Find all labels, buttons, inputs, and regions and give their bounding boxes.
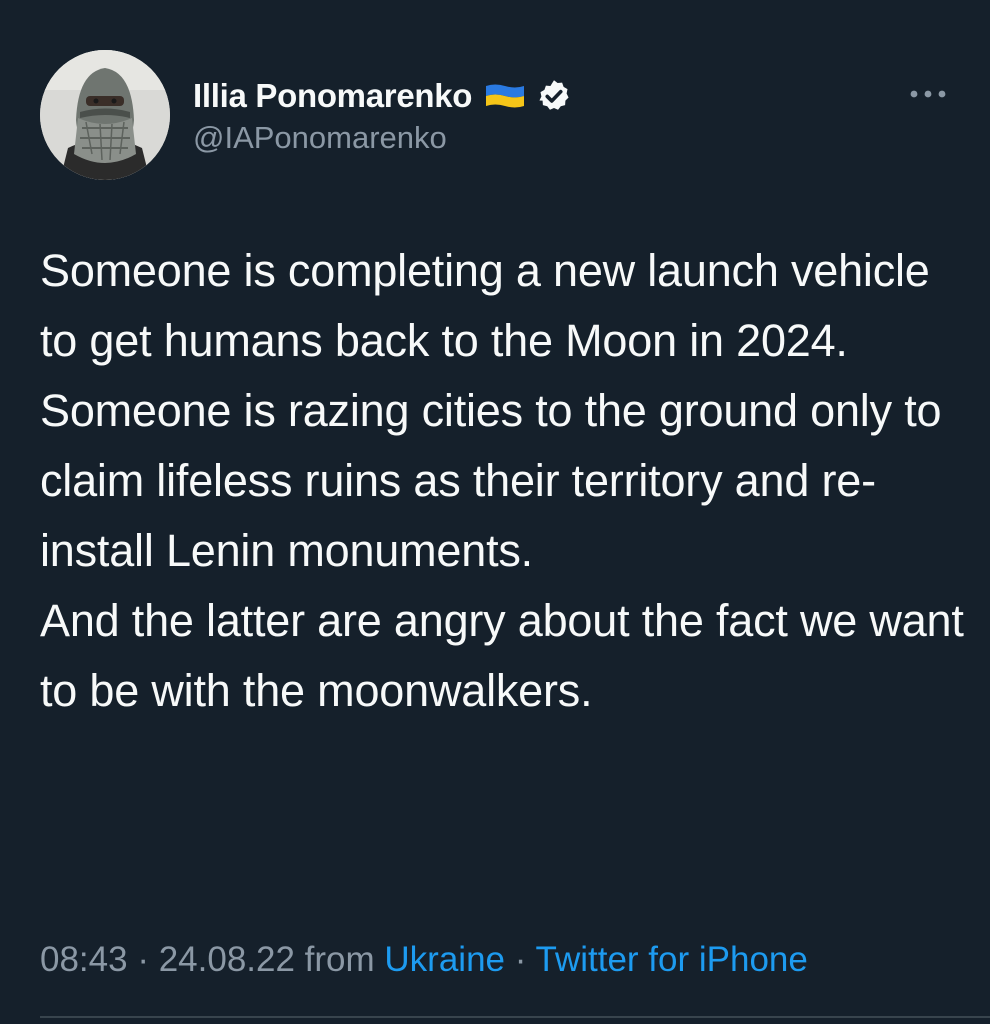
- avatar-image: [40, 50, 170, 180]
- tweet-date[interactable]: 24.08.22: [159, 940, 295, 979]
- source-link[interactable]: Twitter for iPhone: [536, 940, 808, 979]
- tweet-metadata: 08:43 · 24.08.22 from Ukraine · Twitter …: [40, 940, 808, 980]
- author-handle[interactable]: @IAPonomarenko: [193, 120, 447, 156]
- verified-badge-icon: [536, 78, 572, 114]
- tweet-text: Someone is completing a new launch vehic…: [40, 245, 964, 716]
- author-display-name[interactable]: Illia Ponomarenko: [193, 77, 472, 115]
- divider: [40, 1016, 990, 1018]
- meta-separator: ·: [505, 940, 536, 979]
- author-name-row: Illia Ponomarenko: [193, 74, 572, 118]
- tweet-card: Illia Ponomarenko @IAPonomarenko Someone…: [0, 0, 990, 1024]
- meta-separator: ·: [127, 940, 159, 979]
- location-link[interactable]: Ukraine: [384, 940, 505, 979]
- avatar[interactable]: [40, 50, 170, 180]
- from-label: from: [294, 940, 385, 979]
- ukraine-flag-icon: [484, 82, 526, 110]
- tweet-time[interactable]: 08:43: [40, 940, 128, 979]
- more-options-icon[interactable]: [900, 78, 956, 110]
